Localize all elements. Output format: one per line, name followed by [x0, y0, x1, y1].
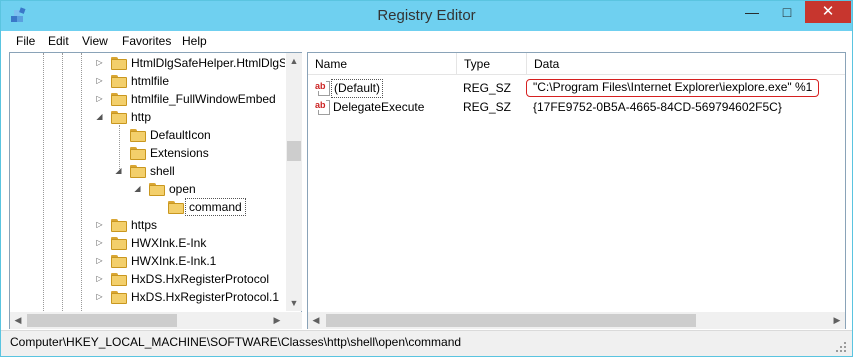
column-header-type[interactable]: Type [457, 53, 527, 75]
tree-item-label: shell [150, 164, 175, 178]
scrollbar-corner [286, 312, 302, 329]
folder-icon [111, 75, 127, 88]
close-button[interactable]: ✕ [805, 1, 851, 23]
tree-item-label: Extensions [150, 146, 209, 160]
tree-horizontal-scroll-thumb[interactable] [27, 314, 177, 327]
value-name: (Default) [331, 79, 384, 98]
tree-item-htmlfile[interactable]: ▷ htmlfile [10, 72, 285, 90]
menu-favorites[interactable]: Favorites [122, 34, 171, 48]
menu-help[interactable]: Help [182, 34, 207, 48]
tree-item-label-selected: command [185, 198, 246, 216]
expand-arrow-icon[interactable]: ▷ [95, 270, 104, 288]
expand-arrow-icon[interactable]: ▷ [95, 216, 104, 234]
tree-item-hwxink-eink[interactable]: ▷ HWXInk.E-Ink [10, 234, 285, 252]
tree-vertical-scroll-thumb[interactable] [287, 141, 301, 161]
tree-item-htmldlgsafehelper[interactable]: ▷ HtmlDlgSafeHelper.HtmlDlgS [10, 54, 285, 72]
scroll-down-arrow-icon[interactable]: ▼ [286, 295, 302, 311]
registry-editor-window: Registry Editor — □ ✕ File Edit View Fav… [0, 0, 853, 357]
folder-open-icon [168, 201, 184, 214]
tree-item-open[interactable]: ◢ open [10, 180, 285, 198]
collapse-arrow-icon[interactable]: ◢ [133, 180, 142, 198]
expand-arrow-icon[interactable]: ▷ [95, 90, 104, 108]
menu-bar: File Edit View Favorites Help [1, 31, 852, 52]
scroll-up-arrow-icon[interactable]: ▲ [286, 53, 302, 69]
collapse-arrow-icon[interactable]: ◢ [95, 108, 104, 126]
scroll-left-arrow-icon[interactable]: ◀ [10, 312, 26, 329]
tree-item-label: DefaultIcon [150, 128, 211, 142]
values-list-pane[interactable]: Name Type Data ab (Default) REG_SZ "C:\P… [307, 52, 846, 329]
status-bar: Computer\HKEY_LOCAL_MACHINE\SOFTWARE\Cla… [1, 330, 852, 356]
tree-item-label: https [131, 218, 158, 232]
tree-item-https[interactable]: ▷ https [10, 216, 285, 234]
value-row-delegateexecute[interactable]: ab DelegateExecute REG_SZ {17FE9752-0B5A… [308, 98, 845, 117]
folder-icon [111, 237, 127, 250]
expand-arrow-icon[interactable]: ▷ [95, 234, 104, 252]
value-type: REG_SZ [463, 81, 512, 95]
tree-item-label: open [169, 182, 196, 196]
folder-icon [130, 165, 146, 178]
values-list-header: Name Type Data [308, 53, 845, 75]
folder-icon [130, 129, 146, 142]
menu-view[interactable]: View [82, 34, 108, 48]
folder-icon [111, 255, 127, 268]
tree-item-label: htmlfile_FullWindowEmbed [131, 92, 276, 106]
minimize-button[interactable]: — [737, 1, 767, 23]
title-bar[interactable]: Registry Editor — □ ✕ [1, 1, 852, 31]
tree-item-http[interactable]: ◢ http [10, 108, 285, 126]
folder-icon [111, 111, 127, 124]
tree-item-command[interactable]: command [10, 198, 285, 216]
collapse-arrow-icon[interactable]: ◢ [114, 162, 123, 180]
expand-arrow-icon[interactable]: ▷ [95, 252, 104, 270]
key-tree-pane[interactable]: ▷ HtmlDlgSafeHelper.HtmlDlgS ▷ htmlfile … [9, 52, 302, 329]
tree-item-hwxink-eink-1[interactable]: ▷ HWXInk.E-Ink.1 [10, 252, 285, 270]
tree-item-hxds-hxregisterprotocol[interactable]: ▷ HxDS.HxRegisterProtocol [10, 270, 285, 288]
value-name: DelegateExecute [333, 100, 425, 114]
tree-item-label: HtmlDlgSafeHelper.HtmlDlgS [131, 56, 285, 70]
tree-item-htmlfile-fullwindowembed[interactable]: ▷ htmlfile_FullWindowEmbed [10, 90, 285, 108]
expand-arrow-icon[interactable]: ▷ [95, 54, 104, 72]
folder-icon [111, 291, 127, 304]
value-type: REG_SZ [463, 100, 512, 114]
values-horizontal-scrollbar[interactable]: ◀ ▶ [308, 312, 845, 329]
tree-item-label: HWXInk.E-Ink.1 [131, 254, 217, 268]
tree-item-label: HxDS.HxRegisterProtocol.1 [131, 290, 280, 304]
folder-icon [111, 273, 127, 286]
value-data: {17FE9752-0B5A-4665-84CD-569794602F5C} [533, 100, 782, 114]
scroll-right-arrow-icon[interactable]: ▶ [269, 312, 285, 329]
tree-item-label: http [131, 110, 152, 124]
resize-grip-icon[interactable] [835, 341, 847, 353]
tree-horizontal-scrollbar[interactable]: ◀ ▶ [10, 312, 286, 329]
tree-item-defaulticon[interactable]: DefaultIcon [10, 126, 285, 144]
window-title: Registry Editor [377, 7, 476, 24]
folder-icon [111, 93, 127, 106]
folder-icon [130, 147, 146, 160]
tree-item-extensions[interactable]: Extensions [10, 144, 285, 162]
status-key-path: Computer\HKEY_LOCAL_MACHINE\SOFTWARE\Cla… [10, 335, 462, 349]
scroll-right-arrow-icon[interactable]: ▶ [829, 312, 845, 329]
value-data-highlighted: "C:\Program Files\Internet Explorer\iexp… [526, 79, 820, 97]
folder-icon [149, 183, 165, 196]
tree-item-label: HWXInk.E-Ink [131, 236, 207, 250]
maximize-button[interactable]: □ [772, 1, 802, 23]
menu-file[interactable]: File [16, 34, 35, 48]
expand-arrow-icon[interactable]: ▷ [95, 72, 104, 90]
column-header-data[interactable]: Data [527, 53, 845, 75]
string-value-icon: ab [315, 100, 332, 115]
tree-vertical-scrollbar[interactable]: ▲ ▼ [286, 53, 302, 311]
values-horizontal-scroll-thumb[interactable] [326, 314, 696, 327]
folder-icon [111, 57, 127, 70]
tree-item-label: htmlfile [131, 74, 170, 88]
menu-edit[interactable]: Edit [48, 34, 69, 48]
tree-item-hxds-hxregisterprotocol-1[interactable]: ▷ HxDS.HxRegisterProtocol.1 [10, 288, 285, 306]
value-row-default[interactable]: ab (Default) REG_SZ "C:\Program Files\In… [308, 79, 845, 98]
expand-arrow-icon[interactable]: ▷ [95, 288, 104, 306]
folder-icon [111, 219, 127, 232]
string-value-icon: ab [315, 81, 332, 96]
column-header-name[interactable]: Name [308, 53, 457, 75]
key-tree: ▷ HtmlDlgSafeHelper.HtmlDlgS ▷ htmlfile … [10, 53, 285, 311]
tree-item-label: HxDS.HxRegisterProtocol [131, 272, 270, 286]
tree-item-shell[interactable]: ◢ shell [10, 162, 285, 180]
scroll-left-arrow-icon[interactable]: ◀ [308, 312, 324, 329]
